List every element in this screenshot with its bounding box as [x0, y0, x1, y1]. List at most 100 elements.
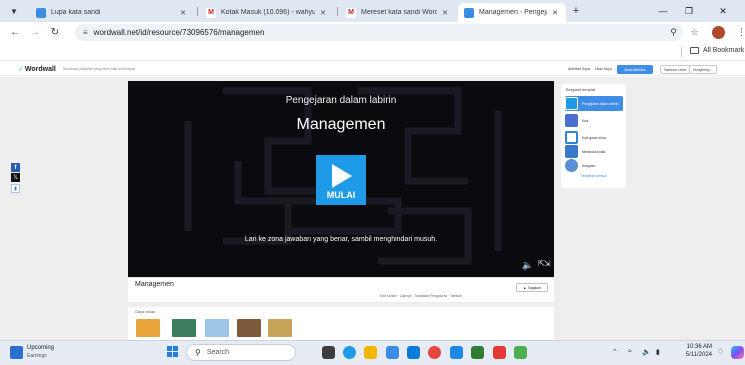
- start-button[interactable]: MULAI: [316, 155, 366, 205]
- visual-style-heading: Gaya visual: [135, 310, 155, 314]
- logo-text: Wordwall: [24, 65, 56, 73]
- site-info-icon[interactable]: ≡: [83, 28, 88, 37]
- template-label: Kuis game show: [582, 135, 607, 140]
- template-panel-heading: Berganti templat: [566, 87, 596, 92]
- copilot-icon[interactable]: [731, 346, 744, 359]
- template-label: Anagram: [582, 163, 596, 168]
- share-label: Bagikan: [528, 285, 542, 290]
- tab-kotak-masuk[interactable]: M Kotak Masuk (10.096) - wahyu ✕: [200, 3, 334, 22]
- bookmark-star-icon[interactable]: ☆: [688, 26, 701, 39]
- nav-my-results[interactable]: Hasil Saya: [595, 67, 612, 71]
- start-label: MULAI: [326, 190, 356, 200]
- reload-icon[interactable]: ↻: [48, 25, 62, 39]
- game-canvas[interactable]: Pengejaran dalam labirin Managemen MULAI…: [128, 81, 554, 277]
- bookmarks-separator: [681, 47, 682, 57]
- tray-chevron-icon[interactable]: ⌃: [612, 348, 618, 356]
- tab-title: Managemen - Pengejaran dala: [479, 9, 547, 16]
- wordwall-logo-icon: ✓: [18, 66, 24, 73]
- show-settings-link[interactable]: Tampilkan Pengaturan: [414, 294, 447, 298]
- volume-icon[interactable]: 🔈: [642, 348, 651, 356]
- gmail-favicon-icon: M: [346, 7, 356, 18]
- create-activity-button[interactable]: Buat Aktivitas: [617, 65, 653, 74]
- earnings-widget-icon[interactable]: [10, 346, 23, 359]
- edge-icon[interactable]: [343, 346, 356, 359]
- minimize-icon[interactable]: —: [652, 3, 674, 19]
- folder-icon: [690, 47, 699, 54]
- profile-avatar[interactable]: [712, 26, 725, 39]
- activity-meta-row: Edit Konten · Lainnya · Tampilkan Pengat…: [380, 294, 462, 298]
- theme-thumbnail[interactable]: [136, 319, 160, 337]
- x-share-icon[interactable]: 𝕏: [11, 173, 20, 182]
- excel-icon[interactable]: [471, 346, 484, 359]
- battery-icon[interactable]: ▮: [656, 348, 660, 356]
- taskbar-search[interactable]: ⚲ Search: [186, 344, 296, 361]
- sound-icon[interactable]: 🔈: [522, 260, 533, 271]
- network-app-icon[interactable]: [514, 346, 527, 359]
- upgrade-button[interactable]: Naikkan Level: [660, 65, 690, 74]
- widget-subtitle: Earnings: [27, 353, 47, 359]
- close-icon[interactable]: ✕: [178, 9, 188, 17]
- tab-managemen[interactable]: Managemen - Pengejaran dala ✕: [458, 3, 566, 22]
- template-label: Pengejaran dalam labirin: [582, 101, 619, 106]
- add-link[interactable]: Tambah: [450, 294, 462, 298]
- chrome-icon[interactable]: [428, 346, 441, 359]
- address-bar[interactable]: ≡ wordwall.net/id/resource/73096576/mana…: [75, 24, 683, 41]
- media-icon[interactable]: [493, 346, 506, 359]
- tab-title: Lupa kata sandi: [51, 9, 101, 16]
- bookmarks-bar: [0, 44, 745, 61]
- tab-title: Kotak Masuk (10.096) - wahyu: [221, 9, 315, 16]
- tab-search-icon[interactable]: ▼: [6, 4, 22, 18]
- start-menu-icon[interactable]: [167, 346, 179, 358]
- widget-title[interactable]: Upcoming: [27, 345, 54, 351]
- edit-content-link[interactable]: Edit Konten: [380, 294, 397, 298]
- theme-thumbnail[interactable]: [237, 319, 261, 337]
- fullscreen-icon[interactable]: ⇱⇲: [538, 259, 550, 268]
- forward-icon[interactable]: →: [28, 25, 42, 39]
- all-bookmarks-button[interactable]: All Bookmark: [690, 47, 744, 54]
- teams-icon[interactable]: [386, 346, 399, 359]
- file-explorer-icon[interactable]: [364, 346, 377, 359]
- template-maze-chase[interactable]: Pengejaran dalam labirin: [565, 96, 623, 111]
- play-icon: [332, 164, 352, 188]
- theme-thumbnail[interactable]: [268, 319, 292, 337]
- nav-my-activities[interactable]: Aktivitas Saya: [568, 67, 590, 71]
- notification-bell-icon[interactable]: ♢: [717, 347, 724, 356]
- template-quiz[interactable]: Kuis: [565, 113, 623, 128]
- url-text: wordwall.net/id/resource/73096576/manage…: [93, 28, 265, 37]
- classroom-share-icon[interactable]: ▮: [11, 184, 20, 193]
- menu-icon[interactable]: ⋮: [735, 26, 745, 39]
- theme-thumbnail[interactable]: [172, 319, 196, 337]
- tab-lupa-kata-sandi[interactable]: Lupa kata sandi ✕: [30, 3, 194, 22]
- taskbar-time[interactable]: 10:36 AM: [676, 344, 712, 350]
- template-open-the-box[interactable]: Membuka kotak: [565, 144, 623, 159]
- more-link[interactable]: Lainnya: [400, 294, 412, 298]
- share-button[interactable]: ▲ Bagikan: [516, 283, 548, 292]
- tab-separator: [337, 7, 338, 16]
- new-tab-icon[interactable]: +: [569, 4, 583, 18]
- close-icon[interactable]: ✕: [440, 9, 450, 17]
- restore-icon[interactable]: ❐: [678, 3, 700, 19]
- quiz-icon: [565, 114, 578, 127]
- store-icon[interactable]: [407, 346, 420, 359]
- tab-title: Mereset kata sandi Wordwall A: [361, 9, 437, 16]
- zoom-icon[interactable]: ⚲: [667, 26, 680, 39]
- account-menu[interactable]: Hungeriety...: [689, 65, 717, 74]
- close-icon[interactable]: ✕: [550, 9, 560, 17]
- theme-thumbnail[interactable]: [205, 319, 229, 337]
- tab-mereset-kata-sandi[interactable]: M Mereset kata sandi Wordwall A ✕: [340, 3, 456, 22]
- back-icon[interactable]: ←: [8, 25, 22, 39]
- taskbar-date[interactable]: 5/11/2024: [676, 352, 712, 358]
- search-placeholder: Search: [206, 349, 230, 356]
- facebook-share-icon[interactable]: f: [11, 163, 20, 172]
- activity-title: Managemen: [135, 281, 174, 288]
- template-gameshow-quiz[interactable]: Kuis game show: [565, 130, 623, 145]
- window-close-icon[interactable]: ✕: [712, 3, 734, 19]
- gameshow-quiz-icon: [565, 131, 578, 144]
- template-anagram[interactable]: Anagram: [565, 158, 623, 173]
- wordwall-logo[interactable]: ✓ Wordwall: [18, 65, 56, 74]
- close-icon[interactable]: ✕: [318, 9, 328, 17]
- task-view-icon[interactable]: [322, 346, 335, 359]
- show-all-templates-link[interactable]: Tampilkan semua: [561, 174, 626, 178]
- wifi-icon[interactable]: ≈: [628, 348, 632, 355]
- mail-icon[interactable]: [450, 346, 463, 359]
